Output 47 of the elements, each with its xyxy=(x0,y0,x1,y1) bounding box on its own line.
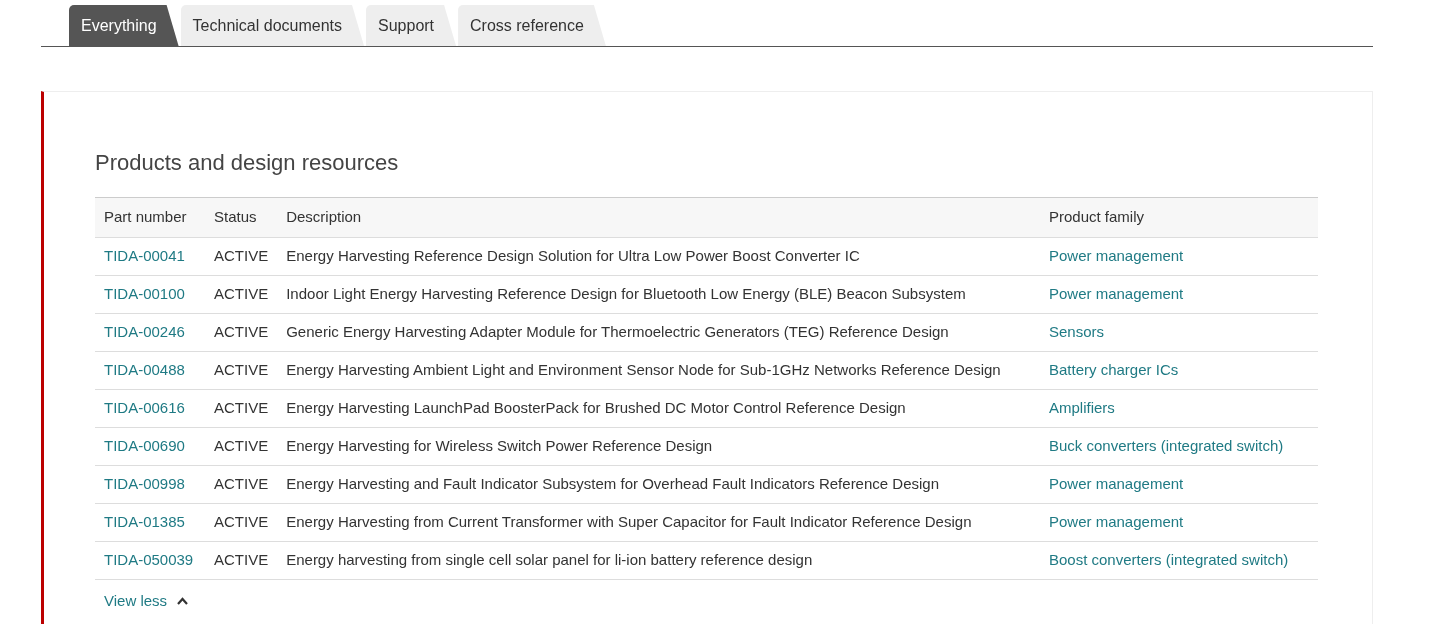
product-family-link[interactable]: Power management xyxy=(1049,475,1184,493)
column-header: Part number xyxy=(95,197,205,238)
tab[interactable]: Everything xyxy=(69,5,179,46)
description-cell: Energy harvesting from single cell solar panel for li-ion battery reference design xyxy=(277,541,1040,580)
status-cell: ACTIVE xyxy=(205,465,278,504)
product-family-link[interactable]: Power management xyxy=(1049,285,1184,303)
status-cell: ACTIVE xyxy=(205,389,278,428)
status-cell: ACTIVE xyxy=(205,313,278,352)
part-number-link[interactable]: TIDA-00100 xyxy=(104,285,185,303)
status-cell: ACTIVE xyxy=(205,503,278,542)
part-number-link[interactable]: TIDA-050039 xyxy=(104,551,194,569)
part-number-link[interactable]: TIDA-00488 xyxy=(104,361,185,379)
product-family-link[interactable]: Sensors xyxy=(1049,323,1105,341)
tab[interactable]: Support xyxy=(366,5,457,46)
tab[interactable]: Cross reference xyxy=(458,5,606,46)
description-cell: Energy Harvesting Ambient Light and Environment Sensor Node for Sub-1GHz Networks Reference Design xyxy=(277,351,1040,390)
tab[interactable]: Technical documents xyxy=(180,5,364,46)
status-cell: ACTIVE xyxy=(205,427,278,466)
status-cell: ACTIVE xyxy=(205,351,278,390)
section-title: Products and design resources xyxy=(95,149,400,177)
product-family-link[interactable]: Power management xyxy=(1049,513,1184,531)
part-number-link[interactable]: TIDA-00998 xyxy=(104,475,185,493)
part-number-link[interactable]: TIDA-00041 xyxy=(104,247,185,265)
part-number-link[interactable]: TIDA-01385 xyxy=(104,513,185,531)
status-cell: ACTIVE xyxy=(205,275,278,314)
product-family-link[interactable]: Amplifiers xyxy=(1049,399,1115,417)
status-cell: ACTIVE xyxy=(205,237,278,276)
product-family-link[interactable]: Boost converters (integrated switch) xyxy=(1049,551,1289,569)
chevron-up-icon xyxy=(177,597,189,606)
description-cell: Generic Energy Harvesting Adapter Module for Thermoelectric Generators (TEG) Reference Design xyxy=(277,313,1040,352)
part-number-link[interactable]: TIDA-00690 xyxy=(104,437,185,455)
column-header: Description xyxy=(277,197,1040,238)
part-number-link[interactable]: TIDA-00246 xyxy=(104,323,185,341)
view-less-link[interactable]: View less xyxy=(104,590,189,613)
description-cell: Energy Harvesting from Current Transformer with Super Capacitor for Fault Indicator Reference Design xyxy=(277,503,1040,542)
description-cell: Energy Harvesting LaunchPad BoosterPack for Brushed DC Motor Control Reference Design xyxy=(277,389,1040,428)
description-cell: Energy Harvesting and Fault Indicator Subsystem for Overhead Fault Indicators Reference Design xyxy=(277,465,1040,504)
description-cell: Indoor Light Energy Harvesting Reference Design for Bluetooth Low Energy (BLE) Beacon Subsystem xyxy=(277,275,1040,314)
product-family-link[interactable]: Battery charger ICs xyxy=(1049,361,1179,379)
part-number-link[interactable]: TIDA-00616 xyxy=(104,399,185,417)
column-header: Product family xyxy=(1040,197,1318,238)
product-family-link[interactable]: Power management xyxy=(1049,247,1184,265)
column-header: Status xyxy=(205,197,278,238)
description-cell: Energy Harvesting Reference Design Solution for Ultra Low Power Boost Converter IC xyxy=(277,237,1040,276)
product-family-link[interactable]: Buck converters (integrated switch) xyxy=(1049,437,1284,455)
status-cell: ACTIVE xyxy=(205,541,278,580)
description-cell: Energy Harvesting for Wireless Switch Power Reference Design xyxy=(277,427,1040,466)
